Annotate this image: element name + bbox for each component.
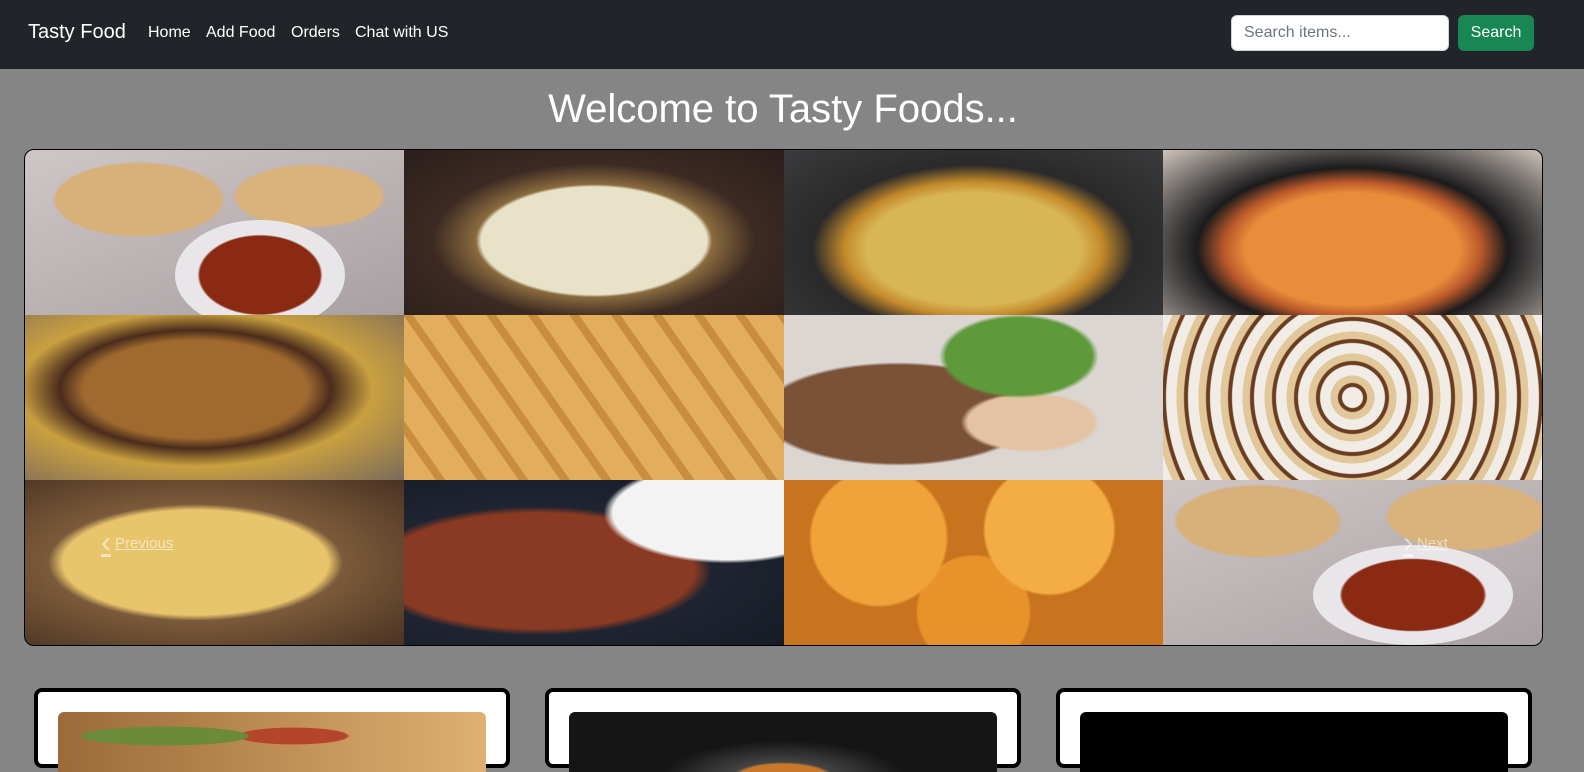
carousel-image-grid (25, 150, 1542, 645)
nav-link-chat[interactable]: Chat with US (355, 24, 448, 42)
carousel-previous-label: Previous (115, 534, 174, 552)
food-image-rabri (404, 150, 784, 315)
food-image-samosa (404, 315, 784, 480)
search-button[interactable]: Search (1458, 15, 1534, 51)
food-image-chole-bhature (25, 150, 405, 315)
search-input[interactable] (1231, 15, 1449, 51)
carousel-next-button[interactable]: › Next (1403, 526, 1448, 559)
nav-link-home[interactable]: Home (148, 24, 191, 42)
food-card[interactable] (34, 688, 510, 772)
brand-link[interactable]: Tasty Food (28, 21, 126, 44)
food-image-mutton-curry (404, 480, 784, 645)
food-card-image (1080, 712, 1508, 772)
food-image-garlic-naan (25, 480, 405, 645)
food-carousel: ‹ Previous › Next (24, 149, 1543, 646)
food-card-image (569, 712, 997, 772)
nav-link-orders[interactable]: Orders (291, 24, 340, 42)
chevron-left-icon: ‹ (101, 526, 111, 559)
page-title: Welcome to Tasty Foods... (548, 87, 1018, 131)
food-image-fried-snack (783, 480, 1163, 645)
food-image-paneer-curry (1162, 150, 1542, 315)
navbar: Tasty Food Home Add Food Orders Chat wit… (0, 0, 1584, 69)
carousel-next-label: Next (1417, 534, 1448, 552)
food-image-biryani (783, 150, 1163, 315)
food-image-chole-bhature-2 (1162, 480, 1542, 645)
food-image-dal-makhani (25, 315, 405, 480)
chevron-right-icon: › (1403, 526, 1413, 559)
food-card-image (58, 712, 486, 772)
food-card[interactable] (1056, 688, 1532, 772)
food-card[interactable] (545, 688, 1021, 772)
carousel-previous-button[interactable]: ‹ Previous (101, 526, 174, 559)
nav-link-add-food[interactable]: Add Food (206, 24, 275, 42)
food-image-papdi-chaat (1162, 315, 1542, 480)
food-image-grilled-kebab (783, 315, 1163, 480)
